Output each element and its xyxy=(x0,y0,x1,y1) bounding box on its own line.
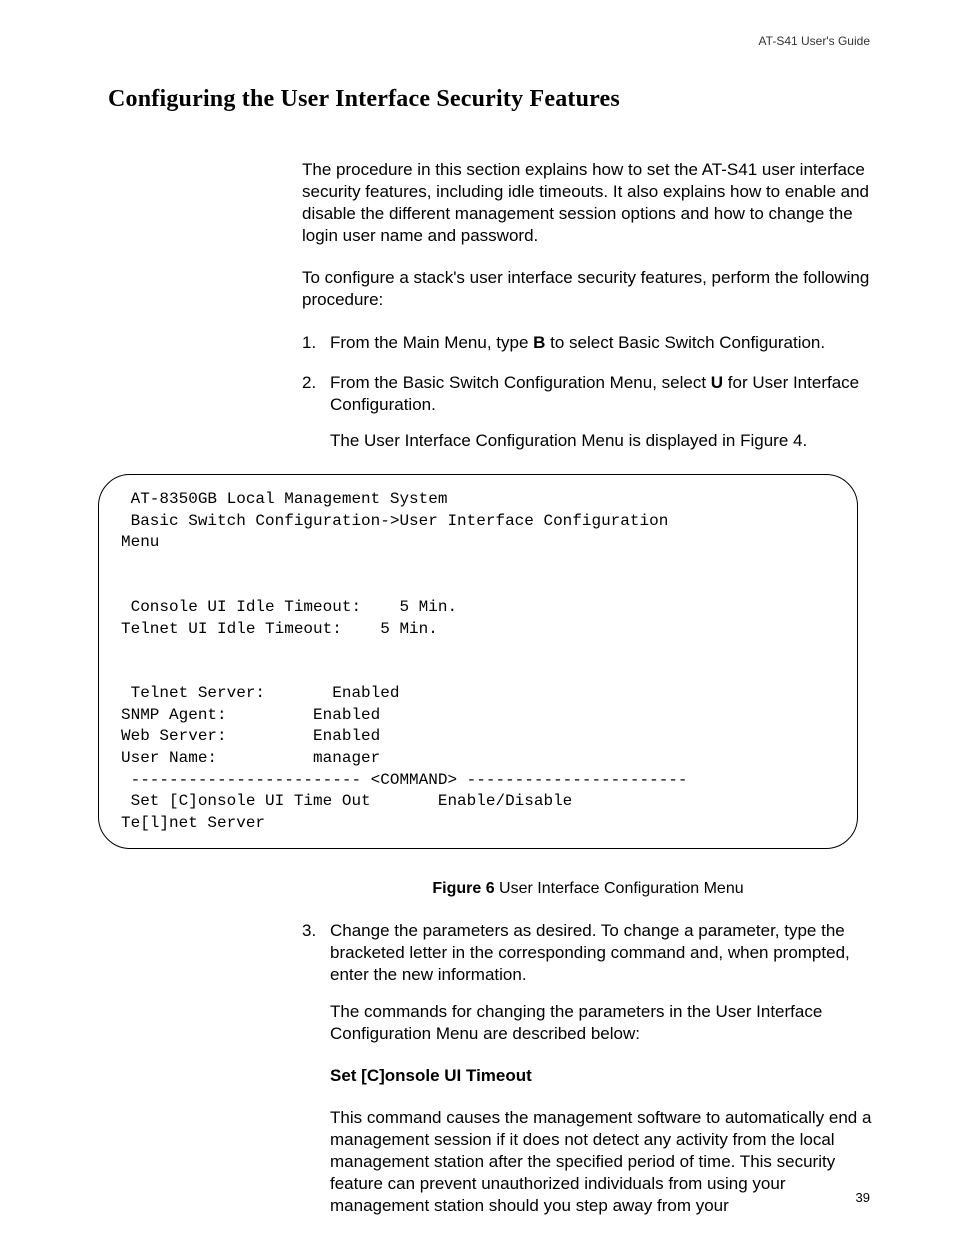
step-1-bold-key: B xyxy=(533,333,545,352)
step-3-main: Change the parameters as desired. To cha… xyxy=(330,921,850,984)
header-guide-title: AT-S41 User's Guide xyxy=(759,34,870,48)
step-2-pre: From the Basic Switch Configuration Menu… xyxy=(330,373,711,392)
step-2: From the Basic Switch Configuration Menu… xyxy=(302,372,874,452)
step-3-sub: The commands for changing the parameters… xyxy=(330,1001,874,1045)
intro-paragraph-2: To configure a stack's user interface se… xyxy=(302,267,874,311)
figure-caption: Figure 6 User Interface Configuration Me… xyxy=(302,879,874,900)
step-1-pre: From the Main Menu, type xyxy=(330,333,533,352)
page-title: Configuring the User Interface Security … xyxy=(108,86,874,113)
step-1-post: to select Basic Switch Configuration. xyxy=(545,333,825,352)
figure-caption-text: User Interface Configuration Menu xyxy=(495,880,744,897)
figure-label: Figure 6 xyxy=(432,880,494,897)
step-2-sub: The User Interface Configuration Menu is… xyxy=(330,430,874,452)
step-2-bold-key: U xyxy=(711,373,723,392)
figure-terminal-box: AT-8350GB Local Management System Basic … xyxy=(98,474,858,850)
command-heading: Set [C]onsole UI Timeout xyxy=(330,1065,874,1087)
page-number: 39 xyxy=(856,1190,870,1205)
command-body: This command causes the management softw… xyxy=(330,1107,874,1217)
step-3: Change the parameters as desired. To cha… xyxy=(302,920,874,1217)
step-1: From the Main Menu, type B to select Bas… xyxy=(302,332,874,354)
intro-paragraph-1: The procedure in this section explains h… xyxy=(302,159,874,247)
